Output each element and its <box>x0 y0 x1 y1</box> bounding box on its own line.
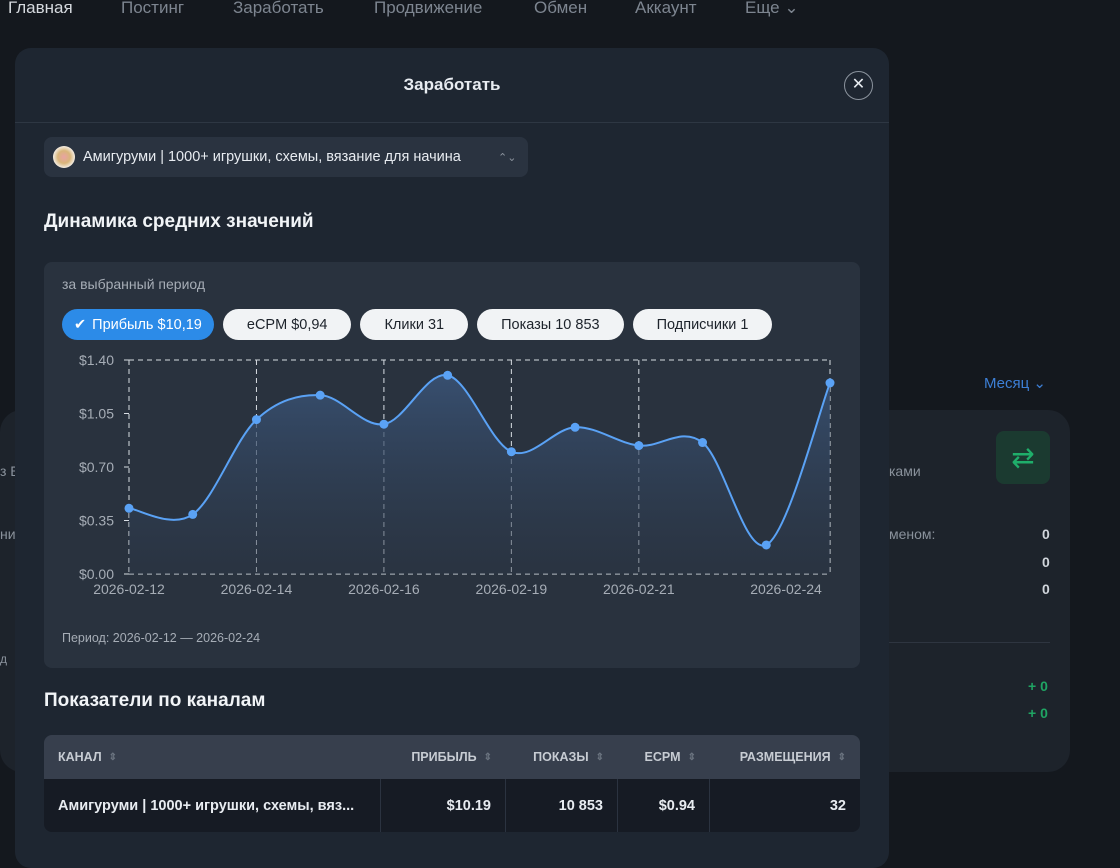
channel-select-value: Амигуруми | 1000+ игрушки, схемы, вязани… <box>83 149 461 165</box>
bg-text: ками <box>889 463 921 479</box>
cell-ecpm: $0.94 <box>618 779 710 832</box>
nav-home[interactable]: Главная <box>8 0 73 18</box>
close-button[interactable]: ✕ <box>844 71 873 100</box>
metric-pills: ✔ Прибыль $10,19 eCPM $0,94 Клики 31 Пока… <box>62 309 773 340</box>
data-point <box>251 415 261 425</box>
data-point <box>506 447 516 457</box>
divider <box>15 122 889 123</box>
header-label: РАЗМЕЩЕНИЯ <box>739 750 831 764</box>
pill-clicks[interactable]: Клики 31 <box>360 309 469 340</box>
x-tick-label: 2026-02-19 <box>476 581 548 597</box>
bg-delta: + 0 <box>1028 678 1048 694</box>
header-label: ECPM <box>644 750 681 764</box>
period-subtitle: за выбранный период <box>62 276 206 292</box>
bg-text: меном: <box>889 526 936 542</box>
data-point <box>761 540 771 550</box>
data-point <box>443 370 453 380</box>
bg-value: 0 <box>1042 581 1050 597</box>
bg-delta: + 0 <box>1028 705 1048 721</box>
header-label: ПРИБЫЛЬ <box>411 750 477 764</box>
bg-value: 0 <box>1042 526 1050 542</box>
channels-title: Показатели по каналам <box>44 690 266 711</box>
cell-impressions: 10 853 <box>506 779 618 832</box>
nav-promotion[interactable]: Продвижение <box>374 0 482 18</box>
col-ecpm[interactable]: ECPM ⇕ <box>618 735 710 779</box>
col-profit[interactable]: ПРИБЫЛЬ ⇕ <box>381 735 506 779</box>
y-tick-label: $0.70 <box>79 459 114 475</box>
data-point <box>315 390 325 400</box>
check-icon: ✔ <box>74 316 87 333</box>
header-label: КАНАЛ <box>58 750 102 764</box>
chevron-updown-icon: ⌃⌄ <box>498 151 517 164</box>
nav-exchange[interactable]: Обмен <box>534 0 587 18</box>
pill-subscribers[interactable]: Подписчики 1 <box>632 309 773 340</box>
pill-label: Прибыль $10,19 <box>92 316 202 333</box>
area-fill <box>129 374 830 574</box>
pill-ecpm[interactable]: eCPM $0,94 <box>222 309 352 340</box>
col-impressions[interactable]: ПОКАЗЫ ⇕ <box>506 735 618 779</box>
channel-select[interactable]: Амигуруми | 1000+ игрушки, схемы, вязани… <box>44 137 528 177</box>
x-tick-label: 2026-02-14 <box>221 581 293 597</box>
cell-channel: Амигуруми | 1000+ игрушки, схемы, вяз... <box>44 779 381 832</box>
cell-placements: 32 <box>829 797 846 814</box>
earn-modal: Заработать ✕ Амигуруми | 1000+ игрушки, … <box>15 48 889 868</box>
cell-profit: $10.19 <box>381 779 506 832</box>
sort-icon: ⇕ <box>108 751 118 763</box>
table-header: КАНАЛ ⇕ ПРИБЫЛЬ ⇕ ПОКАЗЫ ⇕ ECPM ⇕ РАЗМЕЩЕНИЯ… <box>44 735 860 779</box>
channels-table: КАНАЛ ⇕ ПРИБЫЛЬ ⇕ ПОКАЗЫ ⇕ ECPM ⇕ РАЗМЕЩЕНИЯ… <box>44 735 860 832</box>
modal-title: Заработать <box>403 75 501 94</box>
nav-account[interactable]: Аккаунт <box>635 0 697 18</box>
data-point <box>634 441 644 451</box>
chart-card: за выбранный период ✔ Прибыль $10,19 eCPM… <box>44 262 860 668</box>
col-channel[interactable]: КАНАЛ ⇕ <box>44 735 381 779</box>
divider <box>889 642 1050 643</box>
channel-avatar <box>53 146 75 168</box>
y-tick-label: $0.00 <box>79 566 114 582</box>
data-point <box>825 378 835 388</box>
sort-icon: ⇕ <box>687 751 696 763</box>
sort-icon: ⇕ <box>595 751 604 763</box>
exchange-icon[interactable]: ⇄ <box>996 431 1050 484</box>
data-point <box>570 422 580 432</box>
sort-icon: ⇕ <box>837 751 846 763</box>
y-tick-label: $0.35 <box>79 513 114 529</box>
bg-text: д <box>0 652 8 666</box>
bg-text: ни <box>0 526 16 542</box>
y-tick-label: $1.40 <box>79 352 114 368</box>
nav-posting[interactable]: Постинг <box>121 0 184 18</box>
data-point <box>698 438 708 448</box>
nav-earn[interactable]: Заработать <box>233 0 324 18</box>
sort-icon: ⇕ <box>483 751 492 763</box>
data-point <box>188 509 198 519</box>
table-row[interactable]: Амигуруми | 1000+ игрушки, схемы, вяз...… <box>44 779 860 832</box>
dynamics-title: Динамика средних значений <box>44 211 314 232</box>
data-point <box>379 419 389 429</box>
pill-profit[interactable]: ✔ Прибыль $10,19 <box>62 309 214 340</box>
period-range: Период: 2026-02-12 — 2026-02-24 <box>62 631 261 645</box>
col-placements[interactable]: РАЗМЕЩЕНИЯ ⇕ <box>710 735 860 779</box>
pill-impressions[interactable]: Показы 10 853 <box>477 309 624 340</box>
period-dropdown[interactable]: Месяц ⌄ <box>984 374 1046 392</box>
y-tick-label: $1.05 <box>79 406 114 422</box>
data-point <box>124 503 134 513</box>
nav-more[interactable]: Еще ⌄ <box>745 0 799 18</box>
header-label: ПОКАЗЫ <box>533 750 589 764</box>
x-tick-label: 2026-02-21 <box>603 581 675 597</box>
bg-value: 0 <box>1042 554 1050 570</box>
x-tick-label: 2026-02-24 <box>750 581 822 597</box>
x-tick-label: 2026-02-16 <box>348 581 420 597</box>
x-tick-label: 2026-02-12 <box>93 581 165 597</box>
